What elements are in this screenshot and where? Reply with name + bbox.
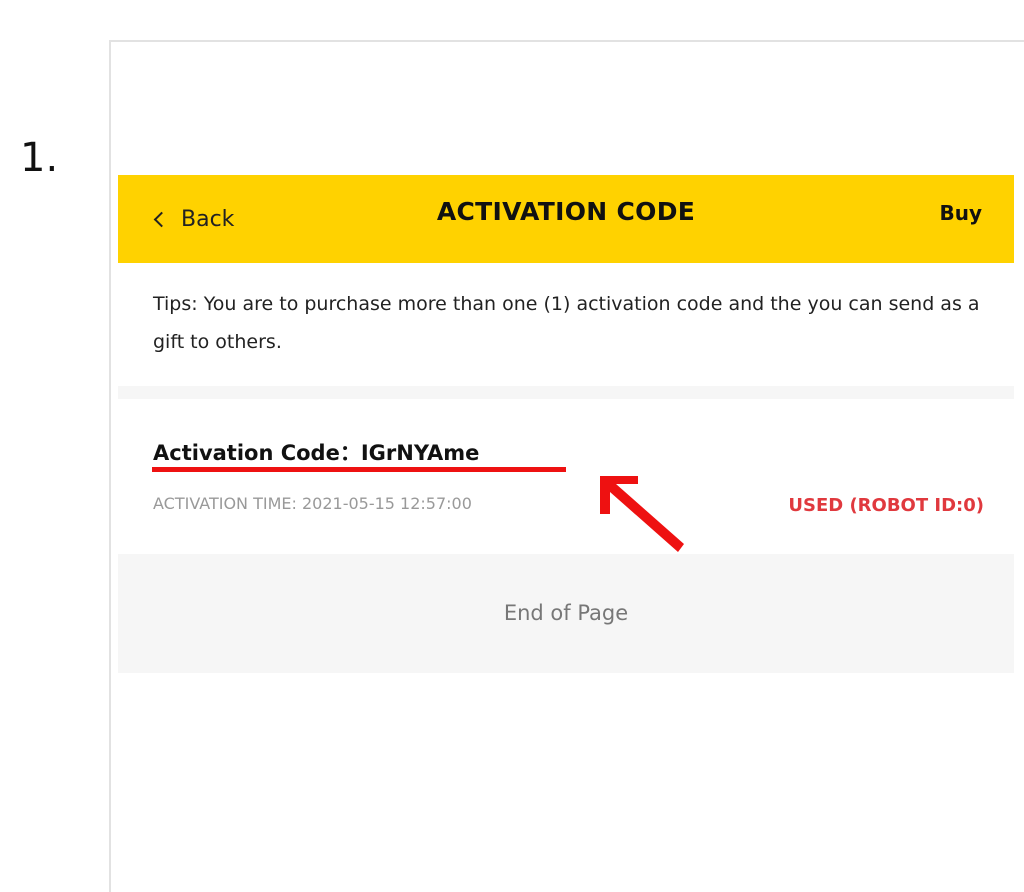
- activation-code-label: Activation Code：: [153, 441, 361, 465]
- page-title: ACTIVATION CODE: [436, 197, 696, 226]
- activation-code-line: Activation Code：IGrNYAme: [153, 437, 479, 467]
- section-divider: [118, 386, 1014, 399]
- activation-code-list-item: Activation Code：IGrNYAme ACTIVATION TIME…: [118, 399, 1014, 554]
- end-of-page-section: End of Page: [118, 554, 1014, 673]
- buy-button[interactable]: Buy: [939, 175, 982, 251]
- status-badge: USED (ROBOT ID:0): [788, 495, 984, 516]
- activation-code-value: IGrNYAme: [360, 441, 480, 465]
- red-underline-annotation: [152, 467, 566, 472]
- activation-time: ACTIVATION TIME: 2021-05-15 12:57:00: [153, 494, 472, 513]
- tips-text: Tips: You are to purchase more than one …: [153, 293, 980, 353]
- top-navigation-bar: Back ACTIVATION CODE Buy: [118, 175, 1014, 263]
- step-number: 1.: [20, 135, 59, 181]
- end-of-page-text: End of Page: [503, 601, 629, 625]
- red-arrow-pointing-up-left-icon: [600, 476, 684, 552]
